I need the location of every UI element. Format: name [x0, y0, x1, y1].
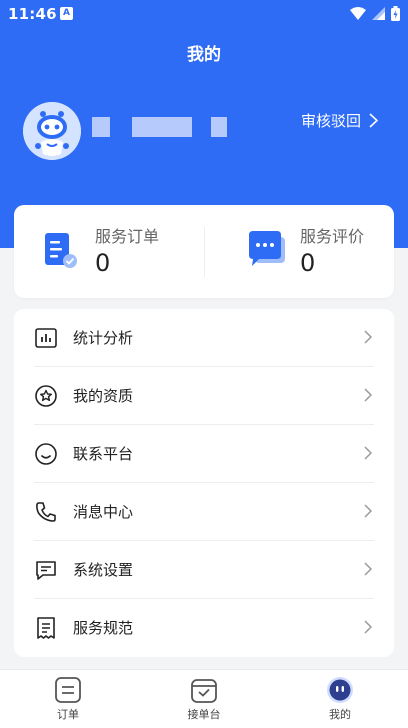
mine-tab-icon	[327, 677, 353, 703]
menu-item-service-standards[interactable]: 服务规范	[14, 599, 394, 657]
battery-icon	[391, 6, 400, 21]
star-badge-icon	[35, 385, 57, 407]
tab-label: 我的	[329, 708, 351, 721]
status-bar: 11:46 A	[0, 0, 408, 28]
app-notification-icon: A	[60, 7, 73, 20]
bar-chart-icon	[35, 328, 57, 348]
avatar[interactable]	[23, 102, 81, 160]
signal-icon	[372, 7, 385, 20]
order-doc-icon	[45, 233, 77, 268]
username-redacted	[211, 117, 227, 137]
menu-item-contact-platform[interactable]: 联系平台	[14, 425, 394, 483]
stat-label: 服务订单	[95, 227, 160, 246]
menu-item-label: 统计分析	[73, 329, 134, 347]
tab-orders[interactable]: 订单	[28, 676, 108, 722]
chat-bubble-icon	[249, 231, 285, 266]
review-status-link[interactable]: 审核驳回	[301, 110, 378, 131]
menu-item-label: 我的资质	[73, 387, 134, 405]
chevron-right-icon	[369, 113, 378, 128]
stat-value: 0	[95, 249, 111, 277]
robot-avatar-icon	[23, 102, 81, 160]
stat-label: 服务评价	[300, 227, 365, 246]
chevron-right-icon	[364, 330, 372, 344]
menu-item-statistics[interactable]: 统计分析	[14, 309, 394, 367]
menu-item-label: 联系平台	[73, 445, 134, 463]
chevron-right-icon	[364, 446, 372, 460]
username-redacted	[132, 117, 192, 137]
receipt-icon	[37, 617, 55, 639]
phone-icon	[36, 502, 56, 522]
order-tab-icon	[55, 677, 81, 703]
chevron-right-icon	[364, 504, 372, 518]
message-icon	[36, 561, 56, 580]
menu-item-qualifications[interactable]: 我的资质	[14, 367, 394, 425]
menu-item-label: 服务规范	[73, 619, 134, 637]
menu-card: 统计分析 我的资质 联系平台 消息中心 系统设置 服务规范	[14, 309, 394, 657]
status-time: 11:46	[8, 5, 57, 23]
menu-item-message-center[interactable]: 消息中心	[14, 483, 394, 541]
accept-tab-icon	[191, 679, 217, 703]
chevron-right-icon	[364, 620, 372, 634]
tab-label: 接单台	[187, 708, 221, 721]
page-title: 我的	[187, 45, 221, 65]
stat-service-orders[interactable]: 服务订单 0	[14, 205, 204, 298]
chevron-right-icon	[364, 562, 372, 576]
review-status-label: 审核驳回	[300, 112, 361, 130]
smile-icon	[35, 443, 57, 465]
tab-label: 订单	[57, 708, 79, 721]
status-indicators	[350, 6, 400, 21]
menu-item-label: 消息中心	[73, 503, 134, 521]
stat-value: 0	[300, 249, 316, 277]
menu-item-system-settings[interactable]: 系统设置	[14, 541, 394, 599]
bottom-tab-bar: 订单 接单台 我的	[0, 669, 408, 728]
username-redacted	[92, 117, 110, 137]
menu-item-label: 系统设置	[73, 561, 134, 579]
chevron-right-icon	[364, 388, 372, 402]
tab-accept-orders[interactable]: 接单台	[164, 676, 244, 722]
stats-card: 服务订单 0 服务评价 0	[14, 205, 394, 298]
wifi-icon	[350, 7, 366, 20]
stat-service-reviews[interactable]: 服务评价 0	[204, 205, 394, 298]
tab-mine[interactable]: 我的	[300, 676, 380, 722]
